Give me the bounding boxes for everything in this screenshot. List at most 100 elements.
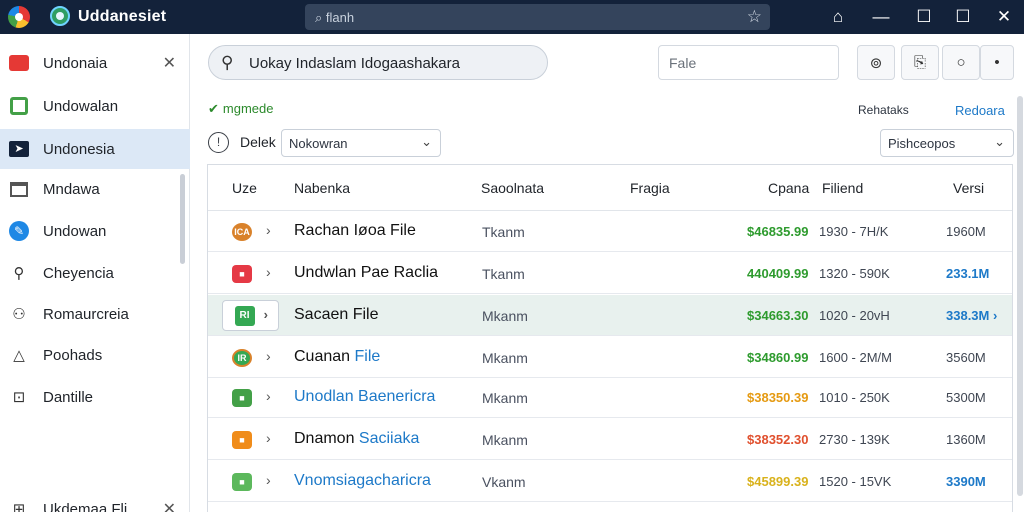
file-type-icon: ICA — [232, 223, 252, 241]
restore-icon[interactable]: ☐ — [911, 4, 937, 30]
search-icon: ⚲ — [221, 53, 234, 72]
link-a[interactable]: Rehataks — [858, 103, 909, 117]
filter-input[interactable]: Fale — [658, 45, 839, 80]
column-header[interactable]: Fragia — [630, 180, 670, 196]
cell-price: $34663.30 — [747, 308, 809, 323]
minimize-icon[interactable]: — — [868, 4, 894, 30]
file-name: Dnamon Saciiaka — [294, 430, 419, 448]
chevron-right-icon[interactable]: › — [266, 348, 271, 364]
os-logo-icon[interactable] — [8, 6, 30, 28]
sidebar-item-1[interactable]: Undowalan — [0, 86, 190, 126]
status-text: mgmede — [222, 101, 274, 116]
category-select[interactable]: Nokowran ⌄ — [281, 129, 441, 157]
table-row[interactable]: ■ › Vnomsiagacharicra Vkanm $45899.39 15… — [208, 461, 1012, 502]
more-button[interactable]: • — [980, 45, 1014, 80]
chevron-right-icon[interactable]: › — [266, 222, 271, 238]
home-icon[interactable]: ⌂ — [825, 4, 851, 30]
star-icon[interactable]: ☆ — [747, 7, 762, 27]
sidebar-item-5[interactable]: ⚲ Cheyencia — [0, 253, 190, 293]
sidebar-item-7[interactable]: △ Poohads — [0, 335, 190, 375]
cell-range: 2730 - 139K — [819, 432, 890, 447]
circle-button[interactable]: ○ — [942, 45, 980, 80]
sidebar-item-label: Romaurcreia — [43, 305, 129, 323]
info-icon[interactable]: ! — [208, 132, 229, 153]
sidebar-scrollbar[interactable] — [180, 174, 185, 264]
select-label: Delek — [240, 134, 276, 150]
box-icon: ⊡ — [12, 389, 26, 406]
table-row[interactable]: ICA › Rachan Iøoa File Tkanm $46835.99 1… — [208, 211, 1012, 252]
sidebar-item-3[interactable]: Mndawa — [0, 169, 190, 209]
table-row-selected[interactable]: RI › Sacaen File Mkanm $34663.30 1020 - … — [208, 295, 1012, 336]
file-name: Undwlan Pae Raclia — [294, 264, 439, 281]
file-type-toggle[interactable]: RI › — [222, 300, 279, 331]
footer-icon: ⊞ — [12, 501, 26, 512]
cell-price: $38350.39 — [747, 390, 809, 405]
chevron-right-icon[interactable]: › — [266, 388, 271, 404]
sidebar-item-label: Undonesia — [43, 140, 115, 158]
cell-price: $46835.99 — [747, 224, 809, 239]
file-type-icon: ■ — [232, 389, 252, 407]
cell-size: 3390M — [946, 474, 986, 489]
file-name: Sacaen File — [294, 306, 379, 323]
file-name[interactable]: Vnomsiagacharicra — [294, 472, 431, 490]
sidebar-item-label: Undowalan — [43, 97, 119, 115]
check-icon: ✔ — [208, 101, 219, 116]
close-icon[interactable]: ✕ — [163, 53, 176, 73]
column-header[interactable]: Versi — [953, 180, 984, 196]
table-row[interactable]: IR › Cuanan File Mkanm $34860.99 1600 - … — [208, 337, 1012, 378]
sidebar-item-0[interactable]: Undonaia ✕ — [0, 43, 190, 83]
cell-range: 1600 - 2M/M — [819, 350, 892, 365]
column-header[interactable]: Saoolnata — [481, 180, 544, 196]
status-message: ✔ mgmede — [208, 101, 273, 117]
sort-select-value: Pishceopos — [888, 136, 956, 151]
clipboard-button[interactable]: ⎘ — [901, 45, 939, 80]
sidebar-item-label: Undowan — [43, 222, 107, 240]
table-row[interactable]: ■ › Unodlan Baenericra Mkanm $38350.39 1… — [208, 377, 1012, 418]
file-name[interactable]: Unodlan Baenericra — [294, 388, 435, 406]
close-icon[interactable]: ✕ — [163, 499, 176, 512]
sort-select[interactable]: Pishceopos ⌄ — [880, 129, 1014, 157]
file-name: Cuanan File — [294, 348, 380, 366]
gear-icon: ⊚ — [869, 54, 883, 72]
users-icon: ⚇ — [12, 306, 26, 323]
sidebar-footer-item[interactable]: ⊞ Ukdemaa Fli ✕ — [0, 489, 190, 512]
cell-range: 1010 - 250K — [819, 390, 890, 405]
link-b[interactable]: Redoara — [955, 103, 1005, 118]
global-search-input[interactable]: ⌕ flanh ☆ — [305, 4, 770, 30]
sidebar: Undonaia ✕ Undowalan ➤ Undonesia Mndawa … — [0, 34, 190, 512]
column-header[interactable]: Uze — [232, 180, 257, 196]
table-row[interactable]: ■ › Undwlan Pae Raclia Tkanm 440409.99 1… — [208, 253, 1012, 294]
sidebar-item-6[interactable]: ⚇ Romaurcreia — [0, 294, 190, 334]
chevron-right-icon[interactable]: › — [266, 472, 271, 488]
search-value: Uokay Indaslam Idogaashakara — [249, 55, 460, 72]
table-row[interactable]: ■ › Dnamon Saciiaka Mkanm $38352.30 2730… — [208, 419, 1012, 460]
sidebar-item-label: Dantille — [43, 388, 94, 406]
sidebar-item-8[interactable]: ⊡ Dantille — [0, 377, 190, 417]
clipboard-icon: ⎘ — [913, 54, 926, 71]
cell-range: 1020 - 20vH — [819, 308, 890, 323]
main-scrollbar[interactable] — [1017, 96, 1023, 496]
search-input[interactable]: ⚲ Uokay Indaslam Idogaashakara — [208, 45, 548, 80]
cell-size: 5300M — [946, 390, 986, 405]
file-type-icon: ■ — [232, 265, 252, 283]
maximize-icon[interactable]: ☐ — [950, 4, 976, 30]
sidebar-item-label: Mndawa — [43, 180, 100, 198]
files-table: Uze Nabenka Saoolnata Fragia Cpana Filie… — [207, 164, 1013, 512]
chevron-right-icon[interactable]: › — [266, 430, 271, 446]
column-header[interactable]: Nabenka — [294, 180, 350, 196]
cell-owner: Mkanm — [482, 390, 528, 406]
sidebar-item-2[interactable]: ➤ Undonesia — [0, 129, 190, 169]
main-panel: ⚲ Uokay Indaslam Idogaashakara Fale ⊚ ⎘ … — [190, 34, 1024, 512]
file-type-icon: IR — [232, 349, 252, 367]
close-icon[interactable]: ✕ — [991, 4, 1017, 30]
title-bar: Uddanesiet ⌕ flanh ☆ ⌂ — ☐ ☐ ✕ — [0, 0, 1024, 34]
cell-size: 338.3M › — [946, 308, 998, 323]
file-type-icon: ■ — [232, 473, 252, 491]
warning-icon: △ — [13, 347, 25, 364]
column-header[interactable]: Filiend — [822, 180, 863, 196]
chevron-right-icon: › — [263, 307, 268, 322]
column-header[interactable]: Cpana — [768, 180, 809, 196]
chevron-right-icon[interactable]: › — [266, 264, 271, 280]
sidebar-item-4[interactable]: ✎ Undowan — [0, 211, 190, 251]
settings-button[interactable]: ⊚ — [857, 45, 895, 80]
